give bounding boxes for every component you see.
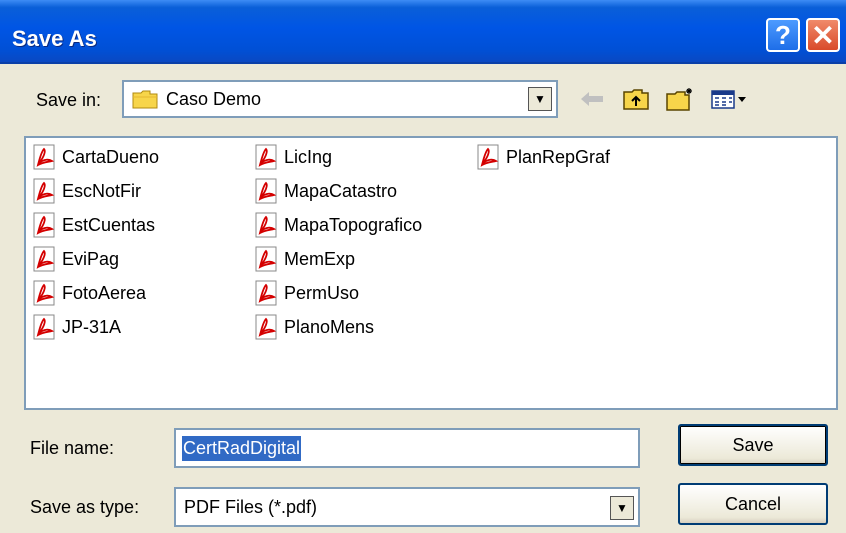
cancel-button[interactable]: Cancel <box>678 483 828 525</box>
file-name-input[interactable]: CertRadDigital <box>174 428 640 468</box>
file-list[interactable]: CartaDueno EscNotFir EstCuentas EviPag F… <box>24 136 838 410</box>
list-item[interactable]: FotoAerea <box>30 278 146 308</box>
list-item[interactable]: LicIng <box>252 142 332 172</box>
pdf-file-icon <box>30 313 58 341</box>
file-name-value: CertRadDigital <box>182 435 302 461</box>
chevron-down-icon[interactable]: ▼ <box>610 496 634 520</box>
window-title: Save As <box>12 26 97 51</box>
list-item[interactable]: PlanoMens <box>252 312 374 342</box>
list-item[interactable]: EviPag <box>30 244 119 274</box>
list-item[interactable]: MapaCatastro <box>252 176 397 206</box>
list-item[interactable]: EscNotFir <box>30 176 141 206</box>
list-item[interactable]: PlanRepGraf <box>474 142 610 172</box>
title-bar: Save As ? ✕ <box>0 0 846 64</box>
close-button[interactable]: ✕ <box>806 18 840 52</box>
save-in-label: Save in: <box>36 90 102 110</box>
pdf-file-icon <box>30 245 58 273</box>
pdf-file-icon <box>30 279 58 307</box>
view-menu-icon[interactable] <box>708 84 752 114</box>
save-as-type-combo[interactable]: PDF Files (*.pdf) ▼ <box>174 487 640 527</box>
new-folder-icon[interactable] <box>664 84 696 114</box>
chevron-down-icon[interactable]: ▼ <box>528 87 552 111</box>
list-item[interactable]: MapaTopografico <box>252 210 422 240</box>
pdf-file-icon <box>252 313 280 341</box>
list-item[interactable]: PermUso <box>252 278 359 308</box>
pdf-file-icon <box>252 211 280 239</box>
save-in-combo[interactable]: Caso Demo ▼ <box>122 80 558 118</box>
pdf-file-icon <box>252 177 280 205</box>
list-item[interactable]: EstCuentas <box>30 210 155 240</box>
list-item[interactable]: CartaDueno <box>30 142 159 172</box>
pdf-file-icon <box>474 143 502 171</box>
pdf-file-icon <box>252 245 280 273</box>
save-button[interactable]: Save <box>678 424 828 466</box>
save-in-value: Caso Demo <box>166 88 262 109</box>
pdf-file-icon <box>252 279 280 307</box>
save-as-type-value: PDF Files (*.pdf) <box>184 496 318 517</box>
list-item[interactable]: JP-31A <box>30 312 121 342</box>
pdf-file-icon <box>30 143 58 171</box>
save-as-type-label: Save as type: <box>30 497 140 517</box>
back-arrow-icon[interactable] <box>576 84 608 114</box>
pdf-file-icon <box>252 143 280 171</box>
folder-icon <box>132 89 158 109</box>
list-item[interactable]: MemExp <box>252 244 355 274</box>
file-name-label: File name: <box>30 438 115 458</box>
up-folder-icon[interactable] <box>620 84 652 114</box>
pdf-file-icon <box>30 177 58 205</box>
pdf-file-icon <box>30 211 58 239</box>
help-button[interactable]: ? <box>766 18 800 52</box>
